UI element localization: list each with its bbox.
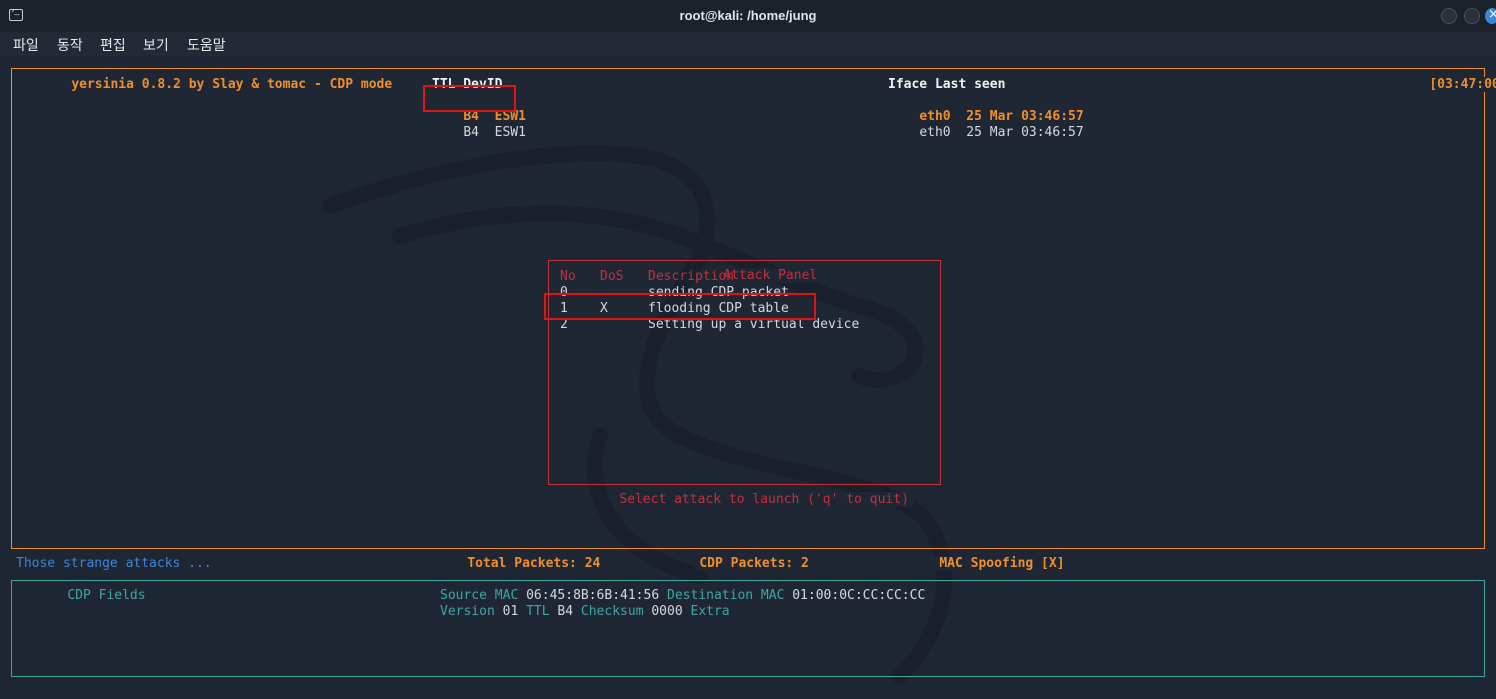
- attack-header-no: No: [560, 269, 576, 284]
- version-value: 01: [502, 604, 519, 619]
- table-row[interactable]: B4 ESW1: [432, 109, 526, 157]
- table-row-right[interactable]: eth0 25 Mar 03:46:57: [888, 109, 1084, 157]
- maximize-button[interactable]: [1464, 8, 1480, 24]
- minimize-button[interactable]: [1441, 8, 1457, 24]
- version-label: Version: [440, 604, 495, 619]
- cdp-fields-line-2: Version 01 TTL B4 Checksum 0000 Extra: [440, 604, 730, 620]
- table-header-iface-lastseen: Iface Last seen: [888, 77, 1006, 92]
- ttl-label: TTL: [526, 604, 550, 619]
- attack-panel-title: Attack Panel: [719, 268, 822, 283]
- menu-help[interactable]: 도움말: [187, 35, 226, 55]
- terminal-area[interactable]: yersinia 0.8.2 by Slay & tomac - CDP mod…: [0, 56, 1496, 699]
- attack-highlight-box: [544, 293, 816, 320]
- attack-footer: Select attack to launch ('q' to quit): [615, 492, 913, 507]
- attack-header-dos: DoS: [600, 269, 624, 284]
- total-packets: Total Packets: 24: [463, 556, 605, 571]
- checksum-label: Checksum: [580, 604, 644, 619]
- source-mac-label: Source MAC: [440, 588, 519, 603]
- row-last-seen: 25 Mar 03:46:57: [966, 125, 1084, 140]
- main-panel-title: yersinia 0.8.2 by Slay & tomac - CDP mod…: [67, 77, 397, 92]
- row-ttl: B4: [463, 125, 479, 140]
- cdp-fields-title-wrap: CDP Fields: [32, 572, 150, 620]
- source-mac-value: 06:45:8B:6B:41:56: [526, 588, 660, 603]
- row-iface: eth0: [919, 125, 951, 140]
- attack-footer-wrap: Select attack to launch ('q' to quit): [584, 476, 913, 524]
- dest-mac-label: Destination MAC: [667, 588, 785, 603]
- mac-spoofing: MAC Spoofing [X]: [935, 556, 1069, 571]
- clock-wrap: [03:47:00]: [1398, 61, 1496, 109]
- dest-mac-value: 01:00:0C:CC:CC:CC: [792, 588, 926, 603]
- menu-edit[interactable]: 편집: [100, 35, 126, 55]
- window-titlebar: root@kali: /home/jung: [0, 0, 1496, 32]
- close-button[interactable]: [1485, 7, 1496, 24]
- attack-header-description: Description: [648, 269, 735, 284]
- checksum-value: 0000: [651, 604, 683, 619]
- row-devid: ESW1: [494, 125, 526, 140]
- window-title: root@kali: /home/jung: [679, 8, 817, 23]
- cdp-packets: CDP Packets: 2: [695, 556, 813, 571]
- menu-view[interactable]: 보기: [143, 35, 169, 55]
- ttl-value: B4: [557, 604, 574, 619]
- extra-label: Extra: [690, 604, 730, 619]
- cdp-fields-title: CDP Fields: [63, 588, 150, 603]
- menubar: 파일 동작 편집 보기 도움말: [0, 32, 1496, 56]
- info-line: Those strange attacks ...: [16, 556, 212, 571]
- menu-action[interactable]: 동작: [57, 35, 83, 55]
- main-panel-title-wrap: yersinia 0.8.2 by Slay & tomac - CDP mod…: [36, 61, 397, 109]
- clock: [03:47:00]: [1429, 77, 1496, 92]
- device-highlight-box: [423, 85, 516, 112]
- cdp-fields-line-1: Source MAC 06:45:8B:6B:41:56 Destination…: [440, 588, 925, 604]
- menu-file[interactable]: 파일: [13, 35, 39, 55]
